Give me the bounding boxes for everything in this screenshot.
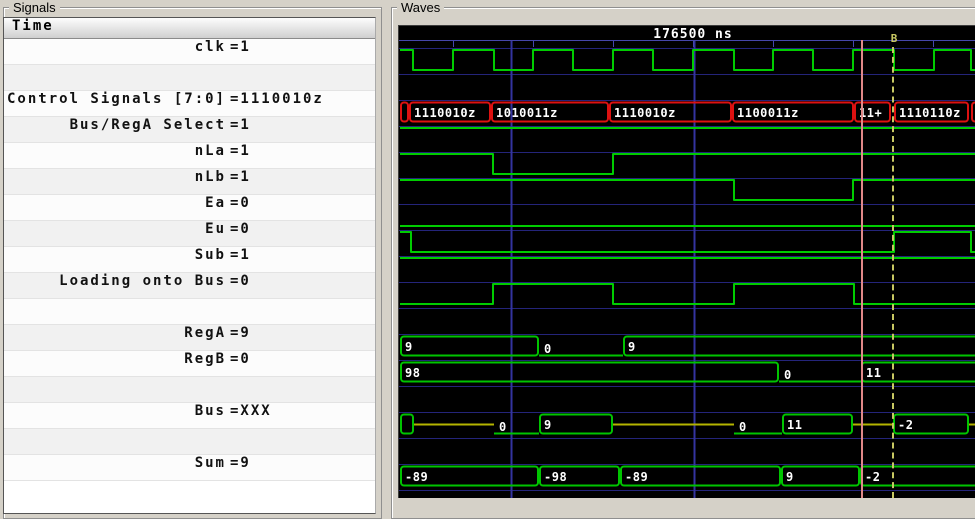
waveform-viewer-window: { "signals_panel": { "title": "Signals",…: [0, 0, 975, 519]
svg-text:98: 98: [405, 366, 420, 380]
signal-name: Sum: [194, 455, 226, 471]
signal-name: [4, 377, 226, 402]
signal-rows: clk =1 Control Signals [7:0] =1110010z Bus/R…: [4, 39, 375, 481]
signal-row-sub[interactable]: Sub =1: [4, 247, 375, 273]
wave-lane-nlb: [400, 179, 975, 201]
signal-value: =9: [230, 455, 251, 471]
signal-name: Control Signals [7:0]: [6, 91, 226, 107]
signal-name: Loading onto Bus: [59, 273, 226, 289]
wave-lane-clk: [400, 49, 975, 71]
svg-text:11: 11: [866, 366, 881, 380]
signal-row-empty[interactable]: [4, 429, 375, 455]
svg-text:0: 0: [739, 420, 747, 434]
signal-value: =1110010z: [230, 91, 324, 107]
signal-name: RegB: [184, 351, 226, 367]
waves-panel-title: Waves: [397, 0, 445, 15]
signal-row-rega[interactable]: RegA =9: [4, 325, 375, 351]
ruler-time-label: 176500 ns: [653, 27, 733, 42]
signal-value: =1: [230, 169, 251, 185]
signal-row-nla[interactable]: nLa =1: [4, 143, 375, 169]
signal-row-empty[interactable]: [4, 299, 375, 325]
signal-name: [4, 429, 226, 454]
svg-text:9: 9: [544, 418, 552, 432]
svg-text:0: 0: [544, 342, 552, 356]
signal-name: Bus: [194, 403, 226, 419]
signal-name: RegA: [184, 325, 226, 341]
wave-lane-eu: [400, 231, 975, 253]
signal-value: =1: [230, 39, 251, 55]
svg-text:11: 11: [787, 418, 802, 432]
signal-row-control-signals-7-0[interactable]: Control Signals [7:0] =1110010z: [4, 91, 375, 117]
signal-value: =1: [230, 247, 251, 263]
wave-lane-sum: -89 -98 -89 9 -2: [400, 465, 975, 487]
svg-text:0: 0: [784, 368, 792, 382]
signal-value: =XXX: [230, 403, 272, 419]
svg-text:1110010z: 1110010z: [414, 106, 476, 120]
svg-text:1110010z: 1110010z: [614, 106, 676, 120]
svg-text:9: 9: [786, 470, 794, 484]
marker-b-label: B: [890, 32, 898, 45]
signal-name: Sub: [194, 247, 226, 263]
signal-row-bus-rega-select[interactable]: Bus/RegA Select =1: [4, 117, 375, 143]
signal-name: [4, 65, 226, 90]
signal-name: clk: [194, 39, 226, 55]
svg-text:-2: -2: [898, 418, 913, 432]
signal-row-ea[interactable]: Ea =0: [4, 195, 375, 221]
wave-lane-loading-onto-bus: [400, 283, 975, 305]
svg-text:9: 9: [628, 340, 636, 354]
signal-value: =9: [230, 325, 251, 341]
svg-text:-2: -2: [865, 470, 880, 484]
signal-row-regb[interactable]: RegB =0: [4, 351, 375, 377]
signal-value: =0: [230, 221, 251, 237]
svg-text:-89: -89: [405, 470, 428, 484]
signal-list[interactable]: Time clk =1 Control Signals [7:0] =1110010z…: [3, 17, 376, 514]
wave-lane-regb: 98 0 11: [400, 361, 975, 383]
svg-text:1110110z: 1110110z: [899, 106, 961, 120]
signal-value: =0: [230, 195, 251, 211]
svg-text:9: 9: [405, 340, 413, 354]
signal-name: nLb: [194, 169, 226, 185]
signal-row-sum[interactable]: Sum =9: [4, 455, 375, 481]
wave-plot: 1110010z 1010011z 1110010z 1100011z 11+ 11101…: [399, 40, 975, 498]
svg-text:0: 0: [499, 420, 507, 434]
wave-lane-rega: 9 0 9: [400, 335, 975, 357]
signal-name: nLa: [194, 143, 226, 159]
svg-text:1010011z: 1010011z: [496, 106, 558, 120]
signal-row-clk[interactable]: clk =1: [4, 39, 375, 65]
signal-row-loading-onto-bus[interactable]: Loading onto Bus =0: [4, 273, 375, 299]
signal-value: =1: [230, 143, 251, 159]
signal-row-empty[interactable]: [4, 377, 375, 403]
waves-panel: Waves 1110010z 1010011z 1110010z 1100011z 11…: [391, 0, 975, 519]
signal-name: Ea: [205, 195, 226, 211]
signals-panel-title: Signals: [9, 0, 60, 15]
signal-row-bus[interactable]: Bus =XXX: [4, 403, 375, 429]
wave-lane-nla: [400, 153, 975, 175]
svg-text:-89: -89: [625, 470, 648, 484]
signal-value: =1: [230, 117, 251, 133]
signal-value: =0: [230, 351, 251, 367]
time-header: Time: [4, 18, 375, 39]
marker-b-line[interactable]: [892, 47, 894, 498]
signal-name: Eu: [205, 221, 226, 237]
wave-lane-control-signals: 1110010z 1010011z 1110010z 1100011z 11+ 11101…: [400, 101, 975, 123]
wave-canvas[interactable]: 1110010z 1010011z 1110010z 1100011z 11+ 11101…: [398, 25, 975, 498]
wave-lane-bus: 0 9 0 11 -2: [400, 413, 975, 435]
signal-row-empty[interactable]: [4, 65, 375, 91]
signal-name: [4, 299, 226, 324]
signal-row-nlb[interactable]: nLb =1: [4, 169, 375, 195]
primary-cursor-line[interactable]: [861, 40, 863, 498]
svg-text:-98: -98: [544, 470, 567, 484]
signal-value: =0: [230, 273, 251, 289]
signal-row-eu[interactable]: Eu =0: [4, 221, 375, 247]
svg-text:1100011z: 1100011z: [737, 106, 799, 120]
signal-name: Bus/RegA Select: [69, 117, 226, 133]
